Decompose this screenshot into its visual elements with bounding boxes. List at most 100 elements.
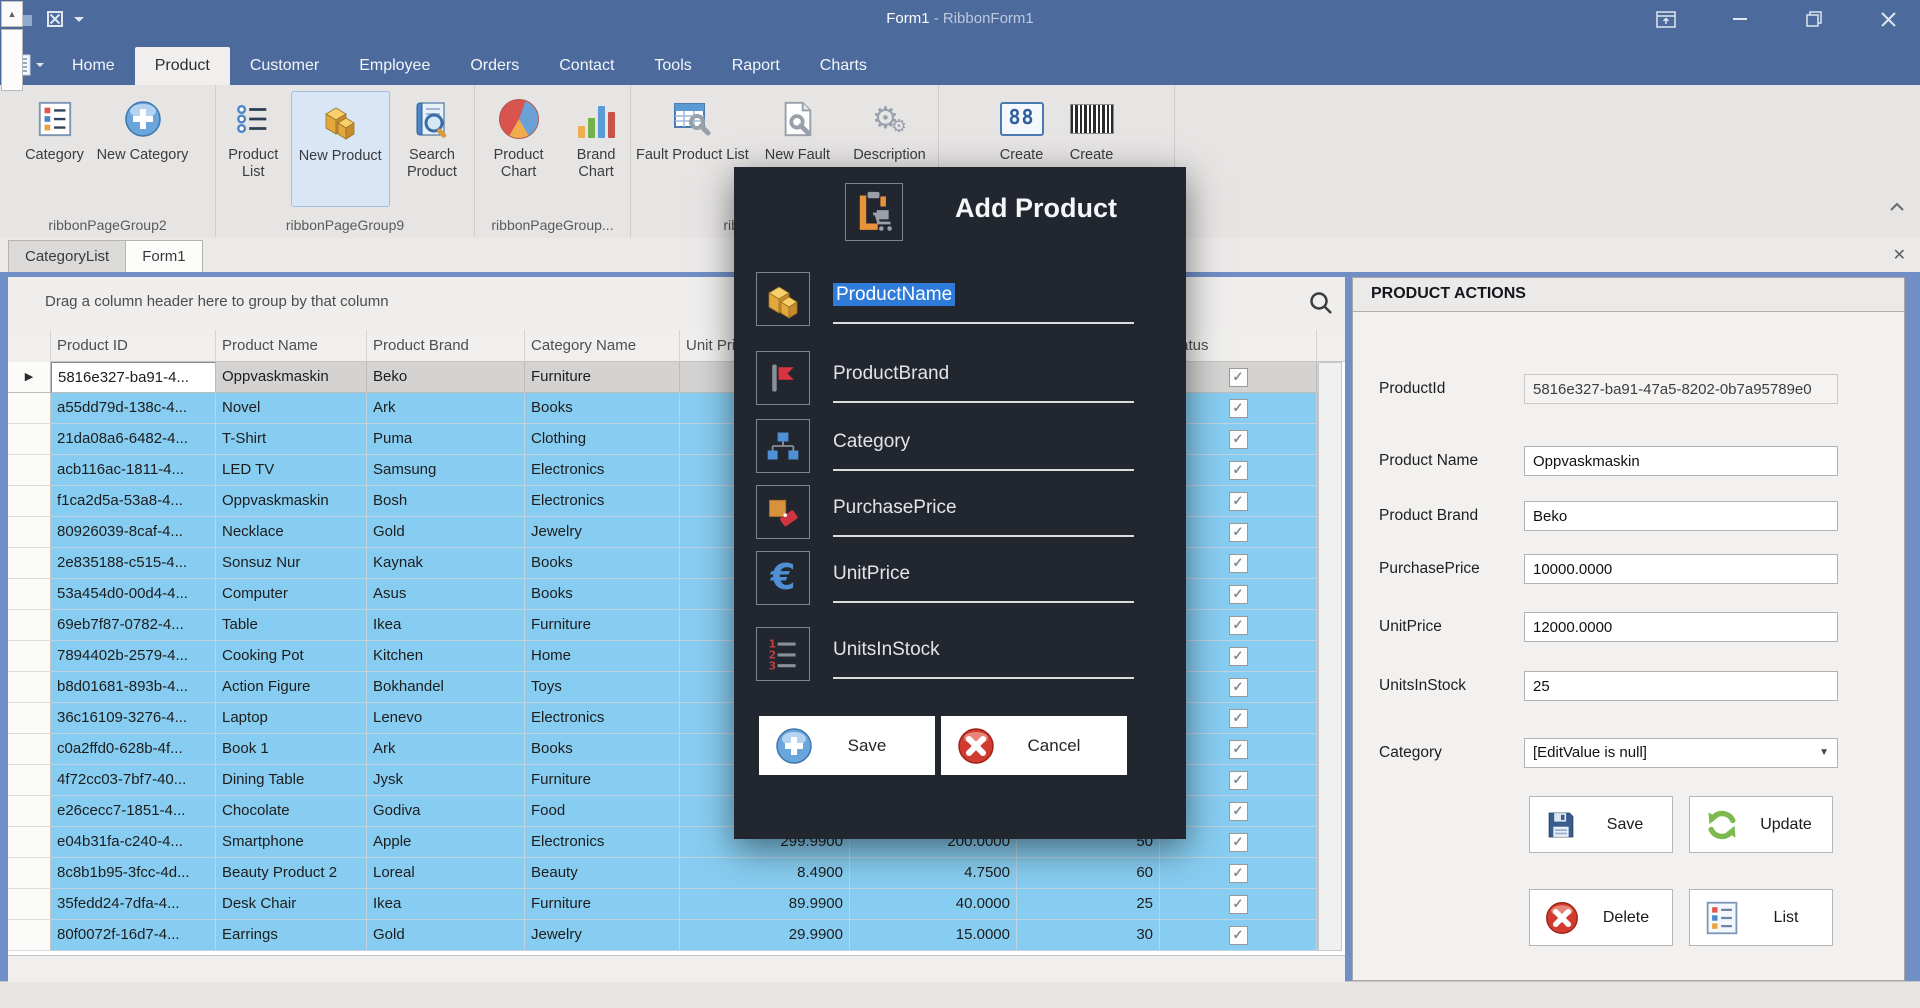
search-icon[interactable]: [1308, 290, 1334, 316]
cell-name[interactable]: Novel: [216, 393, 367, 424]
collapse-ribbon-icon[interactable]: [1888, 201, 1906, 213]
dialog-save-button[interactable]: Save: [759, 716, 935, 775]
cell-brand[interactable]: Beko: [367, 362, 525, 393]
cell-category[interactable]: Furniture: [525, 889, 680, 920]
column-header-product-name[interactable]: Product Name: [216, 330, 367, 362]
ribbon-tab-orders[interactable]: Orders: [450, 47, 539, 85]
cell-category[interactable]: Books: [525, 734, 680, 765]
cell-id[interactable]: a55dd79d-138c-4...: [51, 393, 216, 424]
field-text-category[interactable]: Category: [833, 431, 910, 453]
cell-units[interactable]: 30: [1017, 920, 1160, 951]
cell-unit-price[interactable]: 89.9900: [680, 889, 850, 920]
delete-button[interactable]: Delete: [1529, 889, 1673, 946]
ribbon-tab-contact[interactable]: Contact: [539, 47, 634, 85]
cell-brand[interactable]: Bosh: [367, 486, 525, 517]
document-tab-form1[interactable]: Form1: [125, 240, 202, 272]
cell-category[interactable]: Electronics: [525, 703, 680, 734]
panel-input-unitsinstock[interactable]: [1524, 671, 1838, 701]
cell-id[interactable]: 69eb7f87-0782-4...: [51, 610, 216, 641]
list-button[interactable]: List: [1689, 889, 1833, 946]
status-checkbox[interactable]: ✓: [1229, 895, 1248, 914]
cell-id[interactable]: c0a2ffd0-628b-4f...: [51, 734, 216, 765]
field-text-purchaseprice[interactable]: PurchasePrice: [833, 497, 957, 519]
dialog-cancel-button[interactable]: Cancel: [941, 716, 1127, 775]
save-button[interactable]: Save: [1529, 796, 1673, 853]
horizontal-scrollbar[interactable]: [8, 955, 1345, 982]
cell-category[interactable]: Clothing: [525, 424, 680, 455]
field-text-unitsinstock[interactable]: UnitsInStock: [833, 639, 940, 661]
cell-status[interactable]: ✓: [1160, 889, 1317, 920]
cell-category[interactable]: Jewelry: [525, 920, 680, 951]
field-text-productname[interactable]: ProductName: [833, 284, 955, 306]
cell-purchase-price[interactable]: 4.7500: [850, 858, 1017, 889]
panel-input-unitprice[interactable]: [1524, 612, 1838, 642]
cell-id[interactable]: e04b31fa-c240-4...: [51, 827, 216, 858]
cell-category[interactable]: Home: [525, 641, 680, 672]
category-dropdown[interactable]: [EditValue is null]▼: [1524, 738, 1838, 768]
cell-category[interactable]: Toys: [525, 672, 680, 703]
field-text-productbrand[interactable]: ProductBrand: [833, 363, 949, 385]
scrollbar-thumb[interactable]: [1, 29, 23, 91]
ribbon-tab-product[interactable]: Product: [135, 47, 230, 85]
table-row[interactable]: 35fedd24-7dfa-4...Desk ChairIkeaFurnitur…: [8, 889, 1325, 920]
cell-id[interactable]: 36c16109-3276-4...: [51, 703, 216, 734]
status-checkbox[interactable]: ✓: [1229, 399, 1248, 418]
column-header-product-brand[interactable]: Product Brand: [367, 330, 525, 362]
cell-name[interactable]: Action Figure: [216, 672, 367, 703]
cell-category[interactable]: Furniture: [525, 610, 680, 641]
field-text-unitprice[interactable]: UnitPrice: [833, 563, 910, 585]
cell-name[interactable]: Cooking Pot: [216, 641, 367, 672]
cell-id[interactable]: 5816e327-ba91-4...: [51, 362, 216, 393]
status-checkbox[interactable]: ✓: [1229, 802, 1248, 821]
cell-name[interactable]: Desk Chair: [216, 889, 367, 920]
cell-id[interactable]: 35fedd24-7dfa-4...: [51, 889, 216, 920]
status-checkbox[interactable]: ✓: [1229, 864, 1248, 883]
cell-units[interactable]: 25: [1017, 889, 1160, 920]
cell-id[interactable]: 8c8b1b95-3fcc-4d...: [51, 858, 216, 889]
vertical-scrollbar[interactable]: [1318, 362, 1342, 951]
ribbon-tab-tools[interactable]: Tools: [634, 47, 711, 85]
ribbon-button-brand-chart[interactable]: Brand Chart: [562, 91, 630, 207]
cell-brand[interactable]: Apple: [367, 827, 525, 858]
cell-id[interactable]: 80f0072f-16d7-4...: [51, 920, 216, 951]
ribbon-tab-customer[interactable]: Customer: [230, 47, 339, 85]
cell-brand[interactable]: Puma: [367, 424, 525, 455]
status-checkbox[interactable]: ✓: [1229, 523, 1248, 542]
cell-id[interactable]: f1ca2d5a-53a8-4...: [51, 486, 216, 517]
ribbon-button-product-chart[interactable]: Product Chart: [475, 91, 562, 207]
status-checkbox[interactable]: ✓: [1229, 678, 1248, 697]
cell-brand[interactable]: Asus: [367, 579, 525, 610]
cell-name[interactable]: T-Shirt: [216, 424, 367, 455]
cell-id[interactable]: 2e835188-c515-4...: [51, 548, 216, 579]
cell-status[interactable]: ✓: [1160, 920, 1317, 951]
ribbon-button-new-product[interactable]: New Product: [291, 91, 390, 207]
cell-brand[interactable]: Samsung: [367, 455, 525, 486]
cell-name[interactable]: LED TV: [216, 455, 367, 486]
status-checkbox[interactable]: ✓: [1229, 461, 1248, 480]
status-checkbox[interactable]: ✓: [1229, 833, 1248, 852]
cell-brand[interactable]: Gold: [367, 920, 525, 951]
cell-brand[interactable]: Kitchen: [367, 641, 525, 672]
panel-input-product-name[interactable]: [1524, 446, 1838, 476]
status-checkbox[interactable]: ✓: [1229, 492, 1248, 511]
cell-brand[interactable]: Ark: [367, 393, 525, 424]
cell-name[interactable]: Oppvaskmaskin: [216, 362, 367, 393]
cell-name[interactable]: Laptop: [216, 703, 367, 734]
cell-id[interactable]: acb116ac-1811-4...: [51, 455, 216, 486]
cell-name[interactable]: Chocolate: [216, 796, 367, 827]
cell-brand[interactable]: Ikea: [367, 610, 525, 641]
ribbon-button-search-product[interactable]: Search Product: [390, 91, 474, 207]
cell-category[interactable]: Electronics: [525, 455, 680, 486]
ribbon-button-new-category[interactable]: New Category: [90, 91, 196, 207]
cell-category[interactable]: Books: [525, 579, 680, 610]
cell-units[interactable]: 60: [1017, 858, 1160, 889]
cell-category[interactable]: Electronics: [525, 486, 680, 517]
close-document-icon[interactable]: ✕: [1893, 245, 1906, 265]
status-checkbox[interactable]: ✓: [1229, 368, 1248, 387]
table-row[interactable]: 8c8b1b95-3fcc-4d...Beauty Product 2Lorea…: [8, 858, 1325, 889]
status-checkbox[interactable]: ✓: [1229, 740, 1248, 759]
cell-purchase-price[interactable]: 15.0000: [850, 920, 1017, 951]
status-checkbox[interactable]: ✓: [1229, 647, 1248, 666]
panel-input-purchaseprice[interactable]: [1524, 554, 1838, 584]
cell-unit-price[interactable]: 29.9900: [680, 920, 850, 951]
